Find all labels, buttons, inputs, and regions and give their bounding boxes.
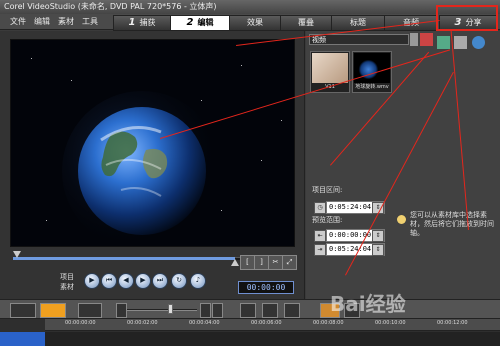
stepper-icon[interactable]: ⇕: [372, 230, 384, 242]
tick-label: 00:00:04:00: [189, 320, 220, 326]
star: [241, 65, 242, 66]
clip-thumbnail: [312, 53, 348, 83]
repeat-icon[interactable]: ↻: [171, 273, 187, 289]
tick-label: 00:00:10:00: [375, 320, 406, 326]
tab-overlay[interactable]: 覆叠: [280, 15, 332, 31]
tick-label: 00:00:08:00: [313, 320, 344, 326]
end-icon[interactable]: ⇥: [314, 244, 326, 256]
timeline: 00:00:00:00 00:00:02:00 00:00:04:00 00:0…: [0, 319, 500, 346]
fit-project-icon[interactable]: [212, 303, 223, 318]
star: [31, 58, 32, 59]
mark-in-button[interactable]: [: [240, 255, 255, 270]
step-number: 2: [186, 17, 194, 28]
zoom-out-icon[interactable]: [116, 303, 127, 318]
audio-view-button[interactable]: [78, 303, 102, 318]
tick-label: 00:00:02:00: [127, 320, 158, 326]
tick-label: 00:00:00:00: [65, 320, 96, 326]
start-icon[interactable]: ⇤: [314, 230, 326, 242]
annotation-box: [436, 5, 498, 31]
tab-effects-label: 效果: [247, 18, 263, 27]
star: [221, 210, 222, 211]
zoom-slider[interactable]: [127, 309, 197, 311]
tab-edit-label: 编辑: [197, 18, 214, 27]
prev-frame-icon[interactable]: ◀: [118, 273, 134, 289]
insert-media-icon[interactable]: [240, 303, 256, 318]
mark-out-button[interactable]: ]: [254, 255, 269, 270]
star: [71, 80, 72, 81]
window-title: Corel VideoStudio (未命名, DVD PAL 720*576 …: [0, 0, 500, 14]
stepper-icon[interactable]: ⇕: [372, 244, 384, 256]
time-ruler[interactable]: 00:00:00:00 00:00:02:00 00:00:04:00 00:0…: [45, 319, 500, 331]
dropdown-arrow-icon[interactable]: [410, 33, 418, 46]
next-frame-icon[interactable]: ▶: [135, 273, 151, 289]
scrub-start-handle[interactable]: [13, 251, 21, 258]
undo-icon[interactable]: [262, 303, 278, 318]
tick-label: 00:00:06:00: [251, 320, 282, 326]
tab-effects[interactable]: 效果: [229, 15, 281, 31]
tip-text: 您可以从素材库中选择素材，然后将它们拖放到时间轴。: [410, 211, 494, 237]
video-track-header[interactable]: [0, 332, 45, 346]
timeline-toolbar: [0, 299, 500, 319]
watermark: Bai经验: [330, 292, 406, 316]
tab-capture[interactable]: 1 捕获: [113, 15, 171, 31]
menu-file[interactable]: 文件: [10, 14, 26, 30]
tab-overlay-label: 覆叠: [298, 18, 314, 27]
timecode-display[interactable]: 00:00:00: [238, 281, 294, 294]
mode-clip-label[interactable]: 素材: [60, 282, 74, 292]
redo-icon[interactable]: [284, 303, 300, 318]
menu-clip[interactable]: 素材: [58, 14, 74, 30]
menu-tools[interactable]: 工具: [82, 14, 98, 30]
play-icon[interactable]: ▶: [84, 273, 100, 289]
clip-library-icon[interactable]: [454, 36, 467, 49]
mode-project-label[interactable]: 项目: [60, 272, 74, 282]
split-clip-icon[interactable]: ✂: [268, 255, 283, 270]
star: [261, 160, 262, 161]
options-icon[interactable]: [472, 36, 485, 49]
lightbulb-icon: [397, 215, 406, 224]
scrub-range: [13, 257, 235, 260]
project-range-label: 项目区间:: [312, 186, 343, 194]
tick-label: 00:00:12:00: [437, 320, 468, 326]
volume-icon[interactable]: ♪: [190, 273, 206, 289]
home-icon[interactable]: ⏮: [101, 273, 117, 289]
video-preview[interactable]: [10, 39, 295, 247]
star: [46, 220, 47, 221]
preview-range-label: 预览范围:: [312, 216, 343, 224]
earth-image: [11, 40, 294, 246]
storyboard-view-button[interactable]: [10, 303, 36, 318]
clip-caption: 地球旋转.wmv: [355, 84, 389, 90]
folder-icon[interactable]: [420, 33, 433, 46]
import-icon[interactable]: [437, 36, 450, 49]
enlarge-icon[interactable]: ⤢: [282, 255, 297, 270]
zoom-in-icon[interactable]: [200, 303, 211, 318]
star: [201, 100, 202, 101]
tab-title-label: 标题: [350, 18, 366, 27]
end-icon[interactable]: ⏭: [152, 273, 168, 289]
step-number: 1: [128, 17, 136, 28]
video-track[interactable]: [45, 332, 500, 346]
clip-thumbnail: [354, 53, 390, 83]
clock-icon: ◷: [314, 202, 326, 214]
star: [281, 120, 282, 121]
tab-capture-label: 捕获: [139, 18, 156, 27]
tab-edit[interactable]: 2 编辑: [170, 15, 230, 31]
timeline-view-button[interactable]: [40, 303, 66, 318]
zoom-handle[interactable]: [168, 304, 173, 314]
library-category-select[interactable]: 视频: [309, 34, 409, 45]
menu-edit[interactable]: 编辑: [34, 14, 50, 30]
